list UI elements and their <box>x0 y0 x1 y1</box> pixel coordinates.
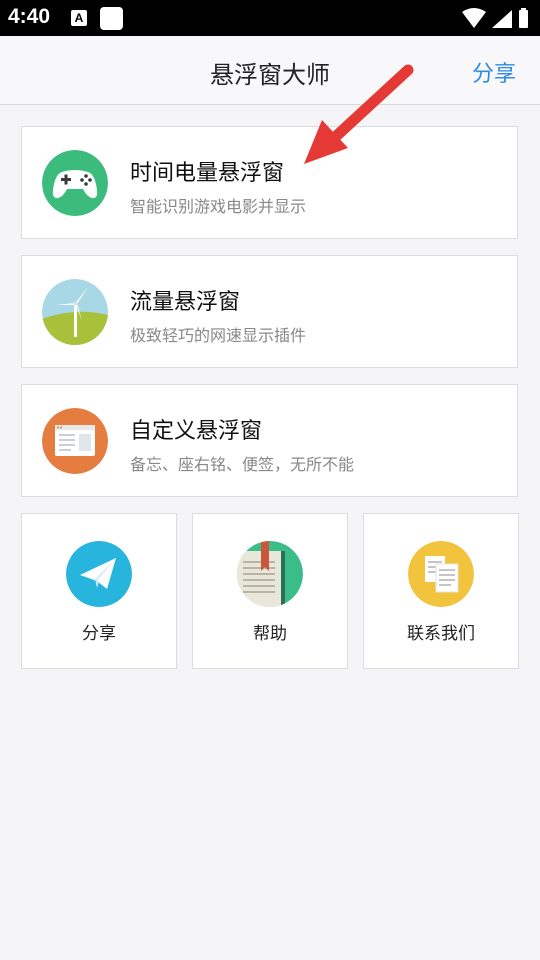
tile-label: 帮助 <box>253 624 287 644</box>
documents-icon <box>408 541 474 607</box>
gamepad-icon <box>42 150 108 216</box>
page-title: 悬浮窗大师 <box>210 61 330 89</box>
card-title: 流量悬浮窗 <box>130 290 241 315</box>
tile-share[interactable]: 分享 <box>21 513 177 669</box>
status-icons <box>462 8 528 28</box>
card-subtitle: 智能识别游戏电影并显示 <box>130 197 307 216</box>
card-traffic-float[interactable]: 流量悬浮窗 极致轻巧的网速显示插件 <box>21 255 518 368</box>
tile-help[interactable]: 帮助 <box>192 513 348 669</box>
wifi-icon <box>462 8 486 28</box>
card-time-battery-float[interactable]: 时间电量悬浮窗 智能识别游戏电影并显示 <box>21 126 518 239</box>
card-title: 自定义悬浮窗 <box>130 419 263 444</box>
card-custom-float[interactable]: 自定义悬浮窗 备忘、座右铭、便签，无所不能 <box>21 384 518 497</box>
app-bar: 悬浮窗大师 分享 <box>0 36 540 105</box>
tile-contact-us[interactable]: 联系我们 <box>363 513 519 669</box>
tile-label: 联系我们 <box>407 624 475 644</box>
notification-square-icon <box>100 7 123 30</box>
annotation-arrow-icon <box>304 64 414 164</box>
paper-plane-icon <box>66 541 132 607</box>
card-title: 时间电量悬浮窗 <box>130 161 285 186</box>
browser-window-icon <box>42 408 108 474</box>
notification-a-icon: A <box>71 10 87 26</box>
card-subtitle: 备忘、座右铭、便签，无所不能 <box>130 455 355 474</box>
status-bar: 4:40 A <box>0 0 540 36</box>
tile-label: 分享 <box>82 624 116 644</box>
battery-icon <box>519 8 528 28</box>
share-button[interactable]: 分享 <box>472 56 516 88</box>
card-subtitle: 极致轻巧的网速显示插件 <box>130 326 307 345</box>
signal-icon <box>492 10 512 28</box>
status-time: 4:40 <box>8 5 51 28</box>
book-icon <box>237 541 303 607</box>
windmill-icon <box>42 279 108 345</box>
